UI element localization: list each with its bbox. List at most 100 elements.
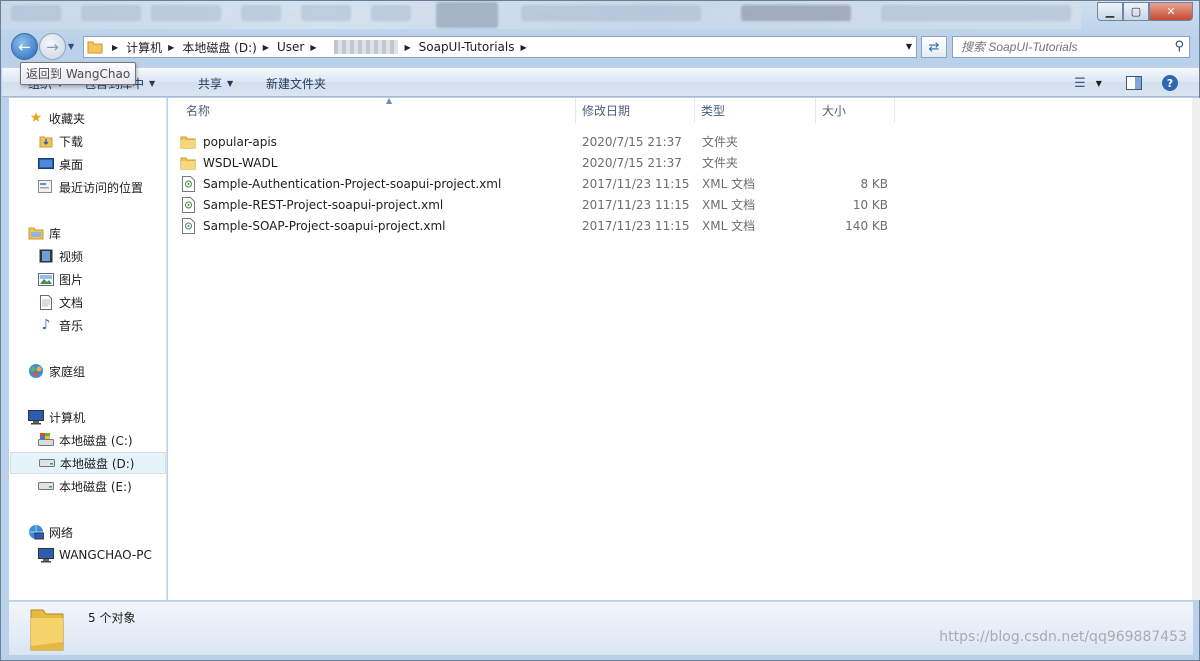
sidebar-item-drive-c[interactable]: 本地磁盘 (C:) — [9, 429, 133, 451]
sidebar-item-documents[interactable]: 文档 — [9, 291, 83, 313]
watermark-text: https://blog.csdn.net/qq969887453 — [939, 629, 1187, 645]
sidebar-item-label: 计算机 — [49, 410, 86, 425]
breadcrumb-separator-icon[interactable]: ▶ — [404, 43, 410, 52]
breadcrumb-soapui-tutorials[interactable]: SoapUI-Tutorials — [419, 37, 515, 57]
minimize-button[interactable]: ▁ — [1097, 2, 1123, 21]
search-icon[interactable]: ⚲ — [1174, 39, 1184, 54]
file-name: popular-apis — [203, 134, 277, 149]
column-header-label: 名称 — [186, 104, 211, 118]
breadcrumb-user[interactable]: User — [277, 37, 304, 57]
sidebar-item-pictures[interactable]: 图片 — [9, 268, 83, 290]
breadcrumb-separator-icon[interactable]: ▶ — [112, 43, 118, 52]
search-box[interactable]: ⚲ — [952, 36, 1190, 58]
sidebar-item-music[interactable]: ♪ 音乐 — [9, 314, 83, 336]
sidebar-item-label: 下载 — [59, 134, 84, 149]
sidebar-item-wangchao-pc[interactable]: WANGCHAO-PC — [9, 544, 152, 566]
column-header-name[interactable]: 名称 ▲ — [180, 96, 576, 123]
sidebar-item-downloads[interactable]: 下载 — [9, 130, 83, 152]
breadcrumb-separator-icon[interactable]: ▶ — [263, 43, 269, 52]
file-date: 2020/7/15 21:37 — [582, 134, 682, 149]
column-header-label: 大小 — [822, 104, 847, 118]
breadcrumb-separator-icon[interactable]: ▶ — [520, 43, 526, 52]
file-list-pane: 名称 ▲ 修改日期 类型 大小 popular-apis 2020/7/15 2… — [168, 96, 1192, 600]
file-row[interactable]: Sample-SOAP-Project-soapui-project.xml 2… — [180, 215, 900, 236]
preview-pane-button[interactable] — [1123, 72, 1145, 94]
refresh-button[interactable]: ⇄ — [921, 36, 947, 58]
sidebar-item-label: 最近访问的位置 — [59, 180, 144, 195]
breadcrumb-drive-d[interactable]: 本地磁盘 (D:) — [182, 37, 256, 57]
recent-pages-dropdown[interactable]: ▼ — [68, 42, 74, 51]
chevron-down-icon: ▼ — [1095, 78, 1102, 88]
background-window-strip — [1, 1, 1081, 29]
computer-icon — [28, 409, 44, 425]
back-button[interactable]: ← — [11, 33, 38, 60]
help-button[interactable]: ? — [1159, 72, 1181, 94]
file-type: XML 文档 — [702, 198, 756, 212]
file-date: 2017/11/23 11:15 — [582, 176, 690, 191]
sidebar-item-homegroup[interactable]: 家庭组 — [9, 360, 85, 382]
sidebar-item-label: 收藏夹 — [49, 111, 86, 126]
breadcrumb-redacted[interactable] — [334, 40, 399, 54]
forward-button[interactable]: → — [39, 33, 66, 60]
new-folder-label: 新建文件夹 — [266, 77, 327, 91]
new-folder-button[interactable]: 新建文件夹 — [266, 75, 326, 92]
sidebar-item-label: 图片 — [59, 272, 84, 287]
sidebar-item-label: 桌面 — [59, 157, 84, 172]
drive-icon — [38, 478, 54, 494]
file-type: 文件夹 — [702, 135, 739, 149]
folder-icon — [180, 155, 196, 171]
xml-file-icon — [180, 175, 196, 192]
file-size: 8 KB — [860, 176, 888, 191]
column-header-label: 类型 — [701, 104, 726, 118]
window-controls: ▁ ▢ ✕ — [1097, 2, 1193, 21]
navigation-bar: ← → ▼ ▶ 计算机 ▶ 本地磁盘 (D:) ▶ User ▶ ▶ SoapU… — [9, 33, 1193, 61]
system-drive-icon — [38, 432, 54, 448]
file-type: XML 文档 — [702, 219, 756, 233]
sidebar-item-videos[interactable]: 视频 — [9, 245, 83, 267]
column-header-date[interactable]: 修改日期 — [576, 98, 695, 123]
sidebar-item-recent-places[interactable]: 最近访问的位置 — [9, 176, 143, 198]
sidebar-item-computer[interactable]: 计算机 — [9, 406, 85, 428]
maximize-button[interactable]: ▢ — [1123, 2, 1149, 21]
folder-icon — [27, 606, 67, 651]
search-input[interactable] — [961, 40, 1161, 54]
file-size: 140 KB — [845, 218, 888, 233]
sidebar-item-favorites[interactable]: ★ 收藏夹 — [9, 107, 85, 129]
address-history-dropdown[interactable]: ▼ — [906, 42, 912, 51]
refresh-icon: ⇄ — [928, 39, 940, 55]
close-button[interactable]: ✕ — [1149, 2, 1193, 21]
preview-pane-icon — [1126, 76, 1142, 90]
downloads-folder-icon — [38, 133, 54, 149]
document-icon — [38, 294, 54, 310]
change-view-button[interactable]: ☰ ▼ — [1068, 72, 1108, 94]
breadcrumb-separator-icon[interactable]: ▶ — [168, 43, 174, 52]
file-row[interactable]: Sample-Authentication-Project-soapui-pro… — [180, 173, 900, 194]
sidebar-item-label: 本地磁盘 (E:) — [59, 479, 132, 494]
sidebar-item-label: 网络 — [49, 525, 74, 540]
file-row[interactable]: WSDL-WADL 2020/7/15 21:37 文件夹 — [180, 152, 900, 173]
sidebar-item-label: 本地磁盘 (D:) — [60, 456, 135, 471]
network-icon — [28, 524, 44, 540]
file-row[interactable]: Sample-REST-Project-soapui-project.xml 2… — [180, 194, 900, 215]
drive-icon — [39, 455, 55, 471]
sidebar-item-drive-d[interactable]: 本地磁盘 (D:) — [10, 452, 166, 474]
folder-icon — [84, 37, 106, 57]
column-header-type[interactable]: 类型 — [695, 98, 816, 123]
share-label: 共享 — [198, 77, 223, 91]
column-header-size[interactable]: 大小 — [816, 98, 895, 123]
breadcrumb-separator-icon[interactable]: ▶ — [310, 43, 316, 52]
file-row[interactable]: popular-apis 2020/7/15 21:37 文件夹 — [180, 131, 900, 152]
sidebar-item-desktop[interactable]: 桌面 — [9, 153, 83, 175]
arrow-right-icon: → — [46, 37, 59, 56]
xml-file-icon — [180, 217, 196, 234]
sort-ascending-icon: ▲ — [386, 96, 393, 105]
breadcrumb-computer[interactable]: 计算机 — [126, 37, 162, 57]
computer-icon — [38, 547, 54, 563]
sidebar-item-network[interactable]: 网络 — [9, 521, 73, 543]
address-bar[interactable]: ▶ 计算机 ▶ 本地磁盘 (D:) ▶ User ▶ ▶ SoapUI-Tuto… — [83, 36, 917, 58]
share-button[interactable]: 共享 ▼ — [198, 75, 233, 92]
sidebar-item-libraries[interactable]: 库 — [9, 222, 61, 244]
sidebar-item-label: 视频 — [59, 249, 84, 264]
sidebar-item-label: 库 — [49, 226, 62, 241]
sidebar-item-drive-e[interactable]: 本地磁盘 (E:) — [9, 475, 132, 497]
